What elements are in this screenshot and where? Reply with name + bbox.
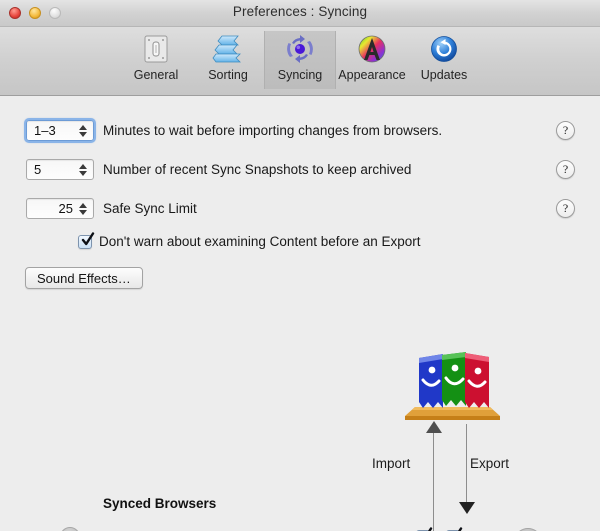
preferences-window: Preferences : Syncing General Sorting Sy… [0, 0, 600, 531]
safe-sync-label: Safe Sync Limit [103, 201, 197, 216]
remove-browser-button-safari[interactable]: – [60, 527, 80, 531]
toolbar-item-syncing[interactable]: Syncing [264, 31, 336, 89]
browser-row-safari: – Safari [60, 527, 560, 531]
export-arrow-head-icon [459, 502, 475, 514]
switch-icon [139, 32, 173, 66]
synced-browsers-header: Synced Browsers [103, 496, 217, 511]
safe-sync-stepper-arrows[interactable] [76, 200, 90, 217]
dont-warn-checkbox-row[interactable]: Don't warn about examining Content befor… [78, 231, 421, 249]
stepper-up-icon[interactable] [79, 202, 87, 208]
window-title: Preferences : Syncing [232, 4, 368, 19]
preferences-content: 1–3 Minutes to wait before importing cha… [0, 96, 600, 531]
sync-arrows-icon [283, 32, 317, 66]
stepper-up-icon[interactable] [79, 163, 87, 169]
preferences-toolbar: General Sorting Syncing Appearance Updat… [0, 27, 600, 96]
snapshots-label: Number of recent Sync Snapshots to keep … [103, 162, 412, 177]
checkmark-icon [449, 527, 463, 531]
safe-sync-value: 25 [58, 201, 73, 216]
title-bar: Preferences : Syncing [0, 0, 600, 27]
help-button-minutes[interactable]: ? [556, 121, 575, 140]
stepper-down-icon[interactable] [79, 209, 87, 215]
setting-row-safe-sync: 25 Safe Sync Limit [26, 198, 197, 219]
import-arrow-line [433, 433, 434, 531]
move-down-button-safari[interactable] [516, 527, 540, 531]
export-label: Export [470, 456, 510, 471]
toolbar-label-sorting: Sorting [208, 68, 248, 82]
toolbar-label-syncing: Syncing [277, 68, 323, 82]
stepper-down-icon[interactable] [79, 170, 87, 176]
toolbar-label-appearance: Appearance [338, 68, 406, 82]
color-wheel-a-icon [355, 32, 389, 66]
import-arrow-head-icon [426, 421, 442, 433]
checkmark-icon [419, 527, 433, 531]
import-label: Import [372, 456, 411, 471]
question-mark-icon: ? [562, 123, 569, 137]
minutes-label: Minutes to wait before importing changes… [103, 123, 443, 138]
question-mark-icon: ? [562, 162, 569, 176]
stepper-down-icon[interactable] [79, 131, 87, 137]
safe-sync-stepper-field[interactable]: 25 [26, 198, 94, 219]
snapshots-stepper-arrows[interactable] [76, 161, 90, 178]
stack-icon [211, 32, 245, 66]
toolbar-item-updates[interactable]: Updates [408, 31, 480, 89]
setting-row-snapshots: 5 Number of recent Sync Snapshots to kee… [26, 159, 411, 180]
dont-warn-label: Don't warn about examining Content befor… [99, 234, 421, 249]
minutes-value: 1–3 [34, 123, 56, 138]
toolbar-item-general[interactable]: General [120, 31, 192, 89]
toolbar-label-general: General [133, 68, 179, 82]
toolbar-item-appearance[interactable]: Appearance [336, 31, 408, 89]
sound-effects-button[interactable]: Sound Effects… [25, 267, 143, 289]
help-button-safe-sync[interactable]: ? [556, 199, 575, 218]
setting-row-minutes: 1–3 Minutes to wait before importing cha… [24, 118, 443, 143]
sync-mascot-graphic [405, 350, 500, 422]
checkmark-icon [81, 231, 95, 246]
question-mark-icon: ? [562, 201, 569, 215]
sound-effects-row: Sound Effects… [25, 267, 143, 289]
snapshots-value: 5 [34, 162, 42, 177]
dont-warn-checkbox[interactable] [78, 231, 95, 249]
toolbar-label-updates: Updates [420, 68, 468, 82]
export-arrow-line [466, 424, 467, 504]
refresh-badge-icon [427, 32, 461, 66]
stepper-up-icon[interactable] [79, 124, 87, 130]
snapshots-stepper-field[interactable]: 5 [26, 159, 94, 180]
minutes-stepper-arrows[interactable] [76, 122, 90, 139]
help-button-snapshots[interactable]: ? [556, 160, 575, 179]
minutes-stepper-field[interactable]: 1–3 [24, 118, 96, 143]
toolbar-item-sorting[interactable]: Sorting [192, 31, 264, 89]
